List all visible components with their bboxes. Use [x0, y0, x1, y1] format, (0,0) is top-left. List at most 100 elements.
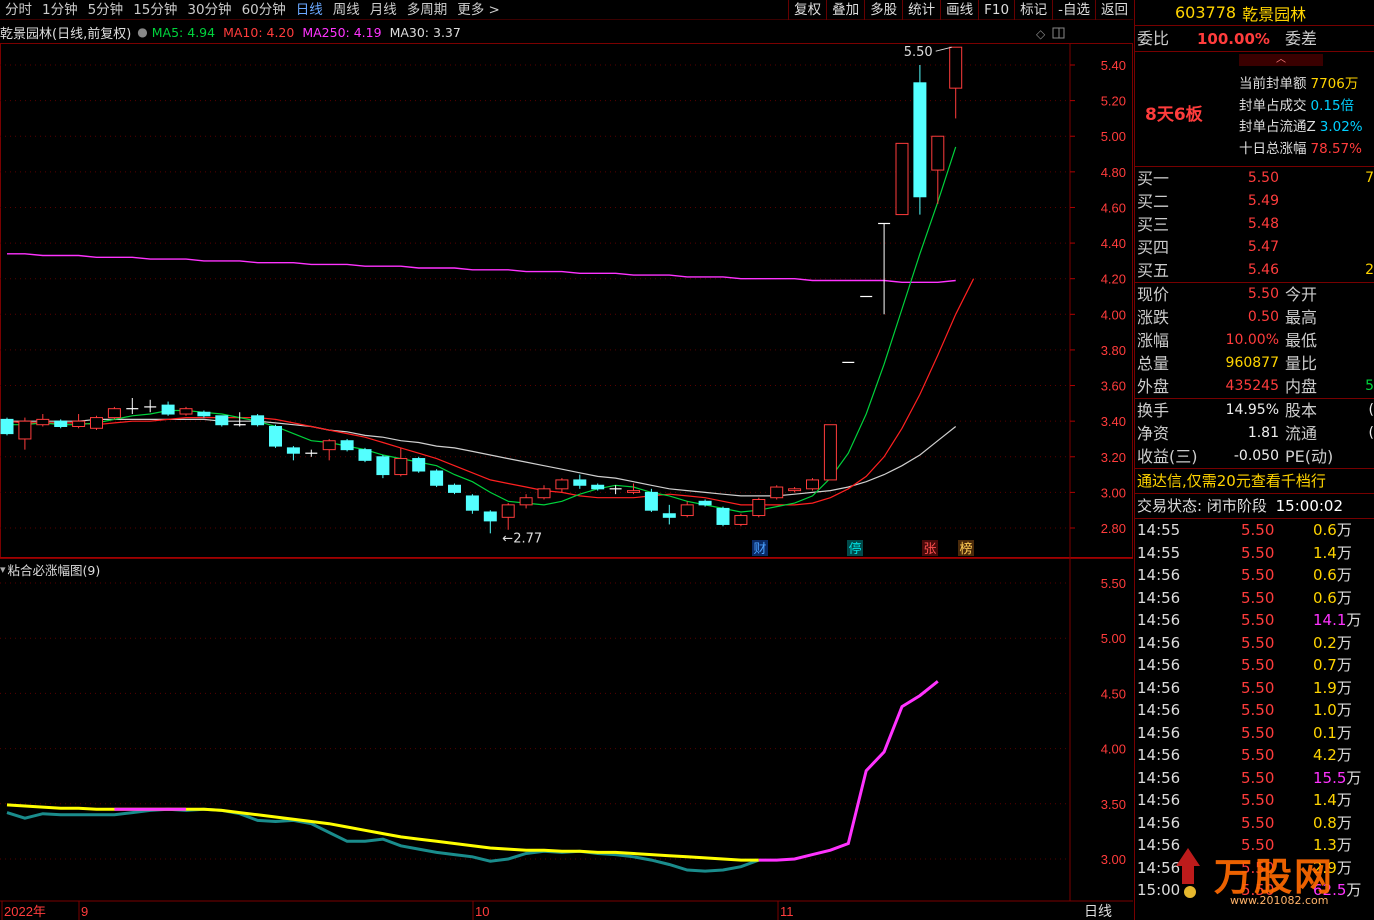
- collapse-up-icon[interactable]: ︿: [1239, 54, 1323, 66]
- quote-value: 960877: [1225, 355, 1279, 371]
- tab-period-0[interactable]: 分时: [0, 0, 37, 20]
- period-tabs: 分时 1分钟 5分钟 15分钟 30分钟 60分钟 日线 周线 月线 多周期 更多 >: [0, 0, 505, 20]
- candle-body-up: [788, 488, 802, 492]
- tick-row: 14:56 5.50 0.2万: [1135, 632, 1374, 655]
- tick-row: 14:56 5.50 0.1万: [1135, 722, 1374, 745]
- quote-label-2: 今开: [1285, 285, 1318, 304]
- tick-time: 14:56: [1137, 566, 1181, 584]
- tick-volume-num: 0.6: [1313, 588, 1337, 607]
- stats-row: 收益(三) -0.050 PE(动): [1135, 445, 1374, 468]
- seal-label: 十日总涨幅: [1239, 140, 1307, 157]
- toolbar-button-3[interactable]: 统计: [902, 0, 940, 20]
- toolbar-button-7[interactable]: -自选: [1052, 0, 1095, 20]
- tick-price: 5.50: [1241, 768, 1275, 787]
- toolbar-button-1[interactable]: 叠加: [826, 0, 864, 20]
- tab-period-9[interactable]: 多周期: [402, 0, 453, 20]
- quote-value: 435245: [1225, 378, 1279, 394]
- candle-body-down: [483, 511, 497, 522]
- tick-row: 14:56 5.50 0.7万: [1135, 654, 1374, 677]
- promo-banner[interactable]: 通达信,仅需20元查看千档行: [1135, 469, 1374, 494]
- candle-body-up: [752, 499, 766, 517]
- tick-time: 14:56: [1137, 768, 1181, 787]
- bid-label: 买四: [1137, 238, 1170, 257]
- seal-value: 3.02%: [1319, 119, 1363, 135]
- tick-volume: 0.2万: [1313, 632, 1352, 655]
- event-tag[interactable]: 榜: [959, 541, 972, 557]
- toolbar-button-4[interactable]: 画线: [940, 0, 978, 20]
- event-tag[interactable]: 张: [923, 542, 936, 557]
- tick-volume: 15.5万: [1313, 767, 1361, 790]
- candle-body-up: [90, 417, 103, 429]
- y-tick-label: 3.60: [1101, 379, 1126, 394]
- bid-label: 买三: [1137, 215, 1170, 234]
- ma5-line: [7, 146, 957, 513]
- quote-label: 总量: [1137, 354, 1170, 373]
- tick-volume: 0.1万: [1313, 722, 1352, 745]
- tab-period-7[interactable]: 周线: [328, 0, 365, 20]
- bid-row[interactable]: 买四 5.47: [1135, 236, 1374, 259]
- sub-y-tick-label: 3.00: [1101, 852, 1126, 867]
- stats-label-2: 流通: [1285, 424, 1318, 443]
- bid-row[interactable]: 买一 5.50 7: [1135, 167, 1374, 190]
- stats-block: 换手 14.95% 股本 (净资 1.81 流通 (收益(三) -0.050 PE(动): [1135, 399, 1374, 469]
- tab-period-3[interactable]: 15分钟: [128, 0, 182, 20]
- chart-area[interactable]: 5.40 5.20 5.00 4.80 4.60 4.40 4.20 4.00 3.80 3.60…: [0, 21, 1133, 920]
- quote-row: 涨幅 10.00% 最低: [1135, 329, 1374, 352]
- toolbar-button-6[interactable]: 标记: [1014, 0, 1052, 20]
- weibi-label: 委比: [1137, 29, 1170, 48]
- bid-row[interactable]: 买三 5.48: [1135, 213, 1374, 236]
- tab-period-2[interactable]: 5分钟: [83, 0, 129, 20]
- tick-volume: 1.0万: [1313, 699, 1352, 722]
- tick-row: 14:56 5.50 4.2万: [1135, 744, 1374, 767]
- bid-row[interactable]: 买五 5.46 2: [1135, 259, 1374, 282]
- tab-period-5[interactable]: 60分钟: [237, 0, 291, 20]
- main-legend: 乾景园林(日线,前复权) ● MA5: 4.94 MA10: 4.20 MA250:…: [0, 21, 475, 43]
- event-tag[interactable]: 财: [753, 542, 766, 557]
- toolbar-button-0[interactable]: 复权: [788, 0, 826, 20]
- ma-legend-item: MA10: 4.20: [223, 24, 295, 40]
- tick-volume: 0.7万: [1313, 654, 1352, 677]
- tick-list[interactable]: 14:55 5.50 0.6万 14:55 5.50 1.4万 14:56 5.50 0.6万 1…: [1135, 519, 1374, 902]
- settings-circle-icon[interactable]: ●: [137, 25, 147, 39]
- stats-value: 1.81: [1247, 425, 1279, 441]
- bid-book: 买一 5.50 7 买二 5.49 买三 5.48 买四 5.47 买五 5.46 2: [1135, 167, 1374, 283]
- candle-body-down: [448, 484, 461, 493]
- diamond-icon[interactable]: ◇: [1036, 27, 1046, 41]
- tab-period-6[interactable]: 日线: [291, 0, 328, 20]
- stats-label: 换手: [1137, 401, 1170, 420]
- toolbar-button-8[interactable]: 返回: [1095, 0, 1133, 20]
- sub-collapse-icon[interactable]: ▾: [0, 563, 6, 576]
- quote-value: 5.50: [1247, 286, 1279, 302]
- candle-body-up: [394, 458, 408, 476]
- tick-time: 14:56: [1137, 588, 1181, 607]
- tick-price: 5.50: [1241, 611, 1275, 629]
- toolbar-button-5[interactable]: F10: [978, 0, 1014, 20]
- tab-period-1[interactable]: 1分钟: [37, 0, 83, 20]
- seal-row: 封单占成交 0.15倍: [1239, 94, 1354, 114]
- tab-period-10[interactable]: 更多 >: [452, 0, 505, 20]
- candle-body-up: [519, 497, 533, 506]
- tick-volume-num: 1.9: [1313, 678, 1337, 697]
- kline-chart[interactable]: 5.40 5.20 5.00 4.80 4.60 4.40 4.20 4.00 3.80 3.60…: [0, 21, 1133, 920]
- candle-body-down: [573, 479, 587, 486]
- bid-row[interactable]: 买二 5.49: [1135, 190, 1374, 213]
- tab-period-8[interactable]: 月线: [365, 0, 402, 20]
- event-tag[interactable]: 停: [848, 541, 861, 557]
- bid-price: 5.47: [1247, 239, 1279, 255]
- quote-label-2: 量比: [1285, 354, 1318, 373]
- stock-code: 603778: [1175, 3, 1237, 22]
- seal-row: 十日总涨幅 78.57%: [1239, 137, 1362, 157]
- candle-body-down: [269, 425, 282, 447]
- toolbar-button-2[interactable]: 多股: [864, 0, 902, 20]
- stock-name: 乾景园林: [1242, 4, 1307, 24]
- bid-price: 5.50: [1247, 170, 1279, 186]
- tick-volume-unit: 万: [1336, 791, 1352, 809]
- tick-volume-num: 1.0: [1313, 701, 1337, 719]
- tick-time: 14:56: [1137, 633, 1181, 652]
- candle-body-up: [627, 490, 640, 493]
- tick-price: 5.50: [1241, 543, 1275, 562]
- tick-volume-unit: 万: [1336, 656, 1352, 674]
- tab-period-4[interactable]: 30分钟: [182, 0, 236, 20]
- tick-row: 14:56 5.50 0.8万: [1135, 812, 1374, 835]
- tick-row: 14:56 5.50 14.1万: [1135, 609, 1374, 632]
